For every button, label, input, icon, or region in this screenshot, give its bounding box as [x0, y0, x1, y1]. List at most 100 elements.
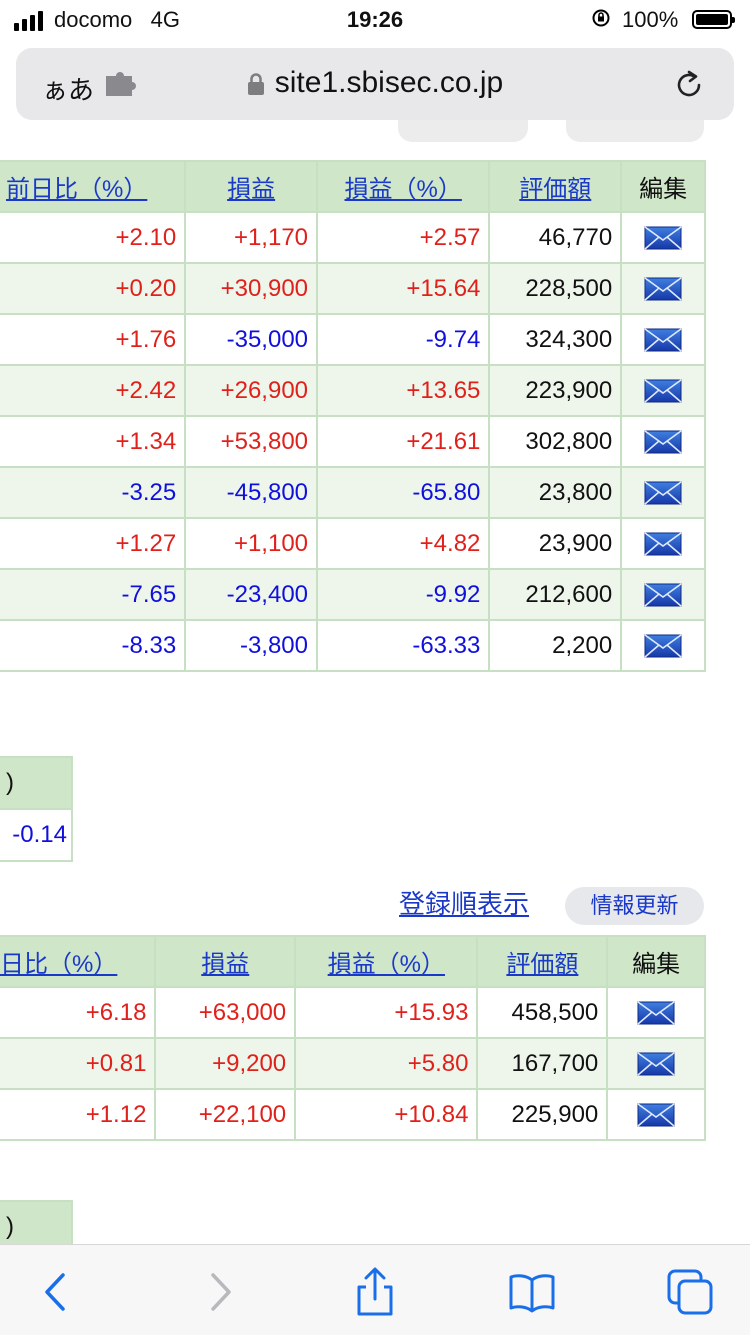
- valuation-cell: 225,900: [476, 1088, 609, 1141]
- valuation-cell: 167,700: [476, 1037, 609, 1090]
- back-icon[interactable]: [33, 1267, 83, 1317]
- day-change-cell: -3.25: [0, 466, 187, 519]
- edit-button[interactable]: [620, 262, 706, 315]
- day-change-cell: +2.42: [0, 364, 187, 417]
- table-row: +0.81 +9,200 +5.80 167,700: [0, 1037, 706, 1090]
- mail-envelope-icon: [644, 430, 682, 454]
- edit-button[interactable]: [620, 211, 706, 264]
- partial-button: [398, 120, 528, 142]
- table-row: +2.42 +26,900 +13.65 223,900: [0, 364, 706, 417]
- col-day-change[interactable]: 前日比（%）: [0, 160, 187, 213]
- summary-table-1: ) -0.14: [0, 756, 73, 862]
- edit-button[interactable]: [620, 415, 706, 468]
- edit-button[interactable]: [620, 466, 706, 519]
- pl-cell: +53,800: [184, 415, 319, 468]
- col-pl[interactable]: 損益: [184, 160, 319, 213]
- pl-pct-cell: +13.65: [316, 364, 491, 417]
- edit-button[interactable]: [606, 986, 706, 1039]
- pl-cell: +22,100: [154, 1088, 297, 1141]
- day-change-cell: +1.12: [0, 1088, 157, 1141]
- orientation-lock-icon: [592, 9, 610, 27]
- table-header-row: 前日比（%） 損益 損益（%） 評価額 編集: [0, 160, 706, 213]
- table-row: +6.18 +63,000 +15.93 458,500: [0, 986, 706, 1039]
- pl-pct-cell: +4.82: [316, 517, 491, 570]
- day-change-cell: +0.81: [0, 1037, 157, 1090]
- pl-pct-cell: -65.80: [316, 466, 491, 519]
- summary-value: -0.14: [0, 808, 73, 862]
- share-icon[interactable]: [350, 1267, 400, 1317]
- status-bar: docomo 4G 19:26 100%: [0, 0, 750, 40]
- mail-envelope-icon: [644, 634, 682, 658]
- pl-cell: -23,400: [184, 568, 319, 621]
- mail-envelope-icon: [637, 1052, 675, 1076]
- table-row: +1.34 +53,800 +21.61 302,800: [0, 415, 706, 468]
- valuation-cell: 212,600: [488, 568, 623, 621]
- pl-pct-cell: +21.61: [316, 415, 491, 468]
- battery-percent: 100%: [622, 7, 679, 32]
- edit-button[interactable]: [620, 619, 706, 672]
- pl-pct-cell: +15.64: [316, 262, 491, 315]
- summary-header: ): [0, 756, 73, 810]
- forward-icon[interactable]: [195, 1267, 245, 1317]
- reload-icon[interactable]: [672, 68, 706, 102]
- table-row: -8.33 -3,800 -63.33 2,200: [0, 619, 706, 672]
- mail-envelope-icon: [644, 481, 682, 505]
- mail-envelope-icon: [644, 328, 682, 352]
- mail-envelope-icon: [644, 532, 682, 556]
- edit-button[interactable]: [620, 517, 706, 570]
- col-pl[interactable]: 損益: [154, 935, 297, 988]
- valuation-cell: 23,800: [488, 466, 623, 519]
- table-header-row: 日比（%） 損益 損益（%） 評価額 編集: [0, 935, 706, 988]
- day-change-cell: +1.27: [0, 517, 187, 570]
- pl-cell: +9,200: [154, 1037, 297, 1090]
- day-change-cell: +1.76: [0, 313, 187, 366]
- day-change-cell: -8.33: [0, 619, 187, 672]
- valuation-cell: 223,900: [488, 364, 623, 417]
- edit-button[interactable]: [606, 1037, 706, 1090]
- col-edit: 編集: [620, 160, 706, 213]
- battery-icon: [692, 10, 735, 29]
- mail-envelope-icon: [637, 1001, 675, 1025]
- day-change-cell: +2.10: [0, 211, 187, 264]
- holdings-table-1: 前日比（%） 損益 損益（%） 評価額 編集 +2.10 +1,170 +2.57 4…: [0, 160, 706, 672]
- partial-button: [566, 120, 704, 142]
- pl-pct-cell: +15.93: [294, 986, 479, 1039]
- pl-cell: -3,800: [184, 619, 319, 672]
- table-row: +0.20 +30,900 +15.64 228,500: [0, 262, 706, 315]
- day-change-cell: -7.65: [0, 568, 187, 621]
- table-row: -7.65 -23,400 -9.92 212,600: [0, 568, 706, 621]
- col-valuation[interactable]: 評価額: [488, 160, 623, 213]
- mail-envelope-icon: [644, 583, 682, 607]
- valuation-cell: 324,300: [488, 313, 623, 366]
- valuation-cell: 46,770: [488, 211, 623, 264]
- valuation-cell: 228,500: [488, 262, 623, 315]
- pl-cell: +63,000: [154, 986, 297, 1039]
- edit-button[interactable]: [620, 364, 706, 417]
- refresh-info-button[interactable]: 情報更新: [565, 887, 704, 925]
- mail-envelope-icon: [637, 1103, 675, 1127]
- url-display[interactable]: site1.sbisec.co.jp: [16, 66, 734, 100]
- edit-button[interactable]: [620, 313, 706, 366]
- day-change-cell: +1.34: [0, 415, 187, 468]
- col-edit: 編集: [606, 935, 706, 988]
- edit-button[interactable]: [606, 1088, 706, 1141]
- valuation-cell: 458,500: [476, 986, 609, 1039]
- browser-toolbar: [0, 1244, 750, 1335]
- col-pl-pct[interactable]: 損益（%）: [316, 160, 491, 213]
- mail-envelope-icon: [644, 277, 682, 301]
- pl-cell: +30,900: [184, 262, 319, 315]
- pl-pct-cell: -9.74: [316, 313, 491, 366]
- registration-order-link[interactable]: 登録順表示: [399, 884, 529, 921]
- bookmarks-icon[interactable]: [507, 1267, 557, 1317]
- address-bar[interactable]: ぁあ site1.sbisec.co.jp: [16, 48, 734, 120]
- valuation-cell: 2,200: [488, 619, 623, 672]
- edit-button[interactable]: [620, 568, 706, 621]
- day-change-cell: +6.18: [0, 986, 157, 1039]
- mail-envelope-icon: [644, 226, 682, 250]
- pl-pct-cell: +5.80: [294, 1037, 479, 1090]
- col-pl-pct[interactable]: 損益（%）: [294, 935, 479, 988]
- holdings-table-2: 日比（%） 損益 損益（%） 評価額 編集 +6.18 +63,000 +15.93…: [0, 935, 706, 1141]
- col-day-change[interactable]: 日比（%）: [0, 935, 157, 988]
- tabs-icon[interactable]: [665, 1267, 715, 1317]
- col-valuation[interactable]: 評価額: [476, 935, 609, 988]
